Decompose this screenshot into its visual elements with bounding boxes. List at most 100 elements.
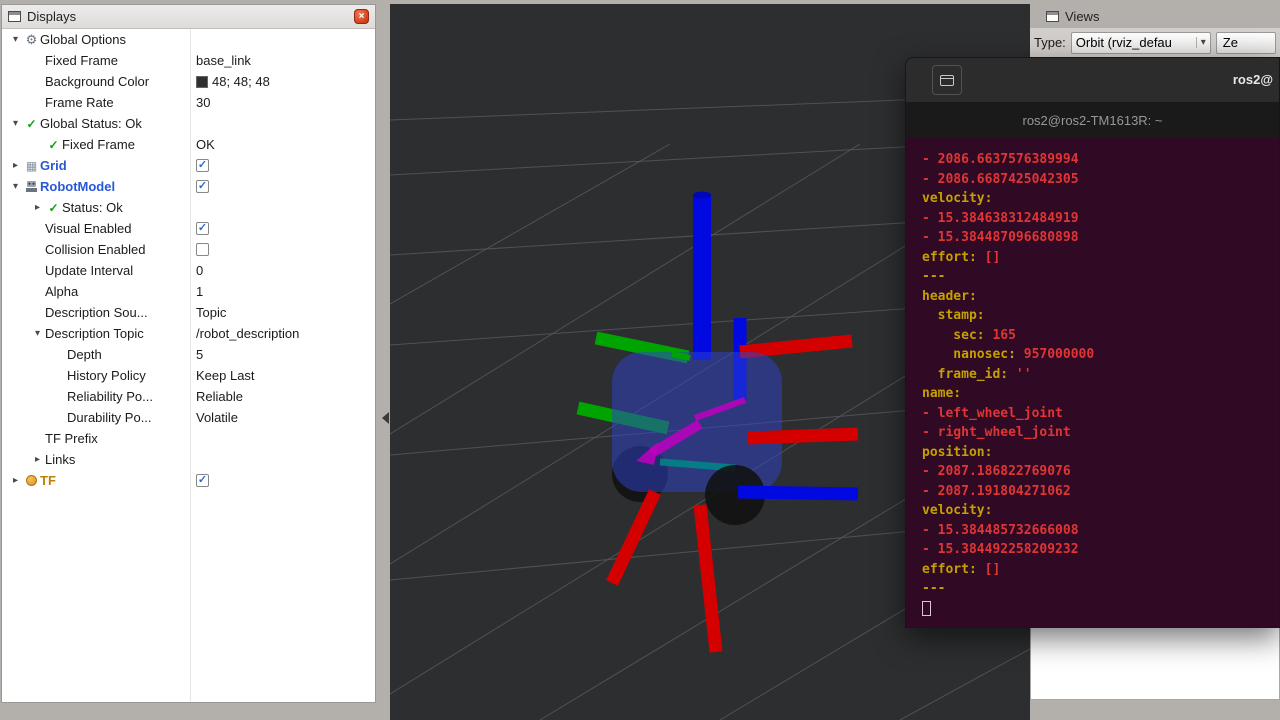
- tree-row[interactable]: Visual Enabled ✓: [2, 218, 375, 239]
- property-label: Fixed Frame: [45, 53, 118, 68]
- property-name-cell: TF Prefix: [2, 428, 190, 449]
- tree-row[interactable]: ▾ RobotModel ✓: [2, 176, 375, 197]
- row-icon: ✓: [45, 138, 62, 152]
- axis-blue: [738, 492, 858, 494]
- property-label: RobotModel: [40, 179, 115, 194]
- displays-panel: Displays × ▾ ⚙ Global Options Fixed Fram…: [1, 4, 376, 703]
- property-value-cell: Volatile: [190, 410, 375, 425]
- property-value-cell: ✓: [190, 159, 375, 172]
- tree-row[interactable]: Collision Enabled: [2, 239, 375, 260]
- tree-row[interactable]: Background Color 48; 48; 48: [2, 71, 375, 92]
- tree-row[interactable]: ▾ ✓ Global Status: Ok: [2, 113, 375, 134]
- property-name-cell: Reliability Po...: [2, 386, 190, 407]
- tree-row[interactable]: Frame Rate 30: [2, 92, 375, 113]
- new-tab-button[interactable]: [932, 65, 962, 95]
- tree-row[interactable]: ▸ Links: [2, 449, 375, 470]
- terminal-line: - 15.384638312484919: [922, 209, 1279, 229]
- property-value-cell: 48; 48; 48: [190, 74, 375, 89]
- property-name-cell: ▾ Description Topic: [2, 323, 190, 344]
- property-label: Reliability Po...: [67, 389, 153, 404]
- property-value-cell: Reliable: [190, 389, 375, 404]
- displays-panel-header[interactable]: Displays ×: [2, 5, 375, 29]
- close-panel-button[interactable]: ×: [354, 9, 369, 24]
- views-panel-title: Views: [1065, 9, 1099, 24]
- terminal-line: nanosec: 957000000: [922, 345, 1279, 365]
- tree-row[interactable]: Reliability Po... Reliable: [2, 386, 375, 407]
- property-value-cell: ✓: [190, 180, 375, 193]
- checkbox[interactable]: ✓: [196, 474, 209, 487]
- axis-red: [740, 341, 852, 352]
- terminal-output[interactable]: - 2086.6637576389994- 2086.6687425042305…: [906, 138, 1279, 627]
- tree-row[interactable]: Depth 5: [2, 344, 375, 365]
- axis-green: [672, 354, 690, 358]
- terminal-line: ---: [922, 267, 1279, 287]
- panel-collapse-arrow[interactable]: [382, 412, 389, 424]
- type-label: Type:: [1034, 35, 1066, 50]
- expander-arrow[interactable]: ▸: [8, 475, 23, 486]
- property-name-cell: Description Sou...: [2, 302, 190, 323]
- expander-arrow[interactable]: ▸: [30, 454, 45, 465]
- axis-red: [612, 492, 655, 583]
- robot-model: [578, 192, 858, 653]
- terminal-line: name:: [922, 384, 1279, 404]
- expander-arrow[interactable]: ▾: [30, 328, 45, 339]
- view-type-combobox[interactable]: Orbit (rviz_defau ▾: [1071, 32, 1211, 54]
- terminal-line: - 15.384492258209232: [922, 540, 1279, 560]
- property-name-cell: ▸ ✓ Status: Ok: [2, 197, 190, 218]
- checkbox[interactable]: ✓: [196, 159, 209, 172]
- terminal-prompt-line: [922, 599, 1279, 619]
- expander-arrow[interactable]: ▾: [8, 181, 23, 192]
- property-label: History Policy: [67, 368, 146, 383]
- expander-arrow[interactable]: ▾: [8, 118, 23, 129]
- tree-row[interactable]: ▸ TF ✓: [2, 470, 375, 491]
- property-label: Depth: [67, 347, 102, 362]
- terminal-header[interactable]: ros2@: [906, 58, 1279, 102]
- property-label: Global Status: Ok: [40, 116, 142, 131]
- zero-button[interactable]: Ze: [1216, 32, 1276, 54]
- expander-arrow[interactable]: ▸: [30, 202, 45, 213]
- grid-icon: ▦: [26, 159, 37, 173]
- tree-row[interactable]: TF Prefix: [2, 428, 375, 449]
- property-name-cell: ▸ ▦ Grid: [2, 155, 190, 176]
- tree-row[interactable]: History Policy Keep Last: [2, 365, 375, 386]
- terminal-line: velocity:: [922, 501, 1279, 521]
- color-swatch[interactable]: [196, 76, 208, 88]
- terminal-line: - 2086.6687425042305: [922, 170, 1279, 190]
- property-name-cell: Update Interval: [2, 260, 190, 281]
- terminal-line: frame_id: '': [922, 365, 1279, 385]
- property-name-cell: History Policy: [2, 365, 190, 386]
- tree-row[interactable]: ✓ Fixed Frame OK: [2, 134, 375, 155]
- terminal-line: - 15.384487096680898: [922, 228, 1279, 248]
- views-toolbar: Type: Orbit (rviz_defau ▾ Ze: [1030, 28, 1280, 57]
- tree-row[interactable]: ▾ ⚙ Global Options: [2, 29, 375, 50]
- checkbox[interactable]: ✓: [196, 180, 209, 193]
- terminal-line: position:: [922, 443, 1279, 463]
- property-label: Fixed Frame: [62, 137, 135, 152]
- expander-arrow[interactable]: ▾: [8, 34, 23, 45]
- property-label: Visual Enabled: [45, 221, 132, 236]
- property-label: Alpha: [45, 284, 78, 299]
- tree-row[interactable]: Durability Po... Volatile: [2, 407, 375, 428]
- property-name-cell: Visual Enabled: [2, 218, 190, 239]
- property-value-cell: 5: [190, 347, 375, 362]
- views-panel-header[interactable]: Views: [1030, 0, 1280, 28]
- property-value-cell: base_link: [190, 53, 375, 68]
- tree-row[interactable]: ▸ ✓ Status: Ok: [2, 197, 375, 218]
- expander-arrow[interactable]: ▸: [8, 160, 23, 171]
- tree-row[interactable]: Update Interval 0: [2, 260, 375, 281]
- row-icon: ▦: [23, 159, 40, 173]
- tree-row[interactable]: ▸ ▦ Grid ✓: [2, 155, 375, 176]
- property-value-cell: 0: [190, 263, 375, 278]
- checkbox[interactable]: [196, 243, 209, 256]
- terminal-tab-bar[interactable]: ros2@ros2-TM1613R: ~: [906, 102, 1279, 138]
- property-label: Frame Rate: [45, 95, 114, 110]
- property-value-cell: 30: [190, 95, 375, 110]
- displays-panel-icon: [8, 11, 21, 22]
- tree-row[interactable]: Description Sou... Topic: [2, 302, 375, 323]
- checkbox[interactable]: ✓: [196, 222, 209, 235]
- status-ok-check-icon: ✓: [48, 138, 58, 152]
- tree-row[interactable]: Fixed Frame base_link: [2, 50, 375, 71]
- tree-row[interactable]: Alpha 1: [2, 281, 375, 302]
- tree-row[interactable]: ▾ Description Topic /robot_description: [2, 323, 375, 344]
- displays-tree: ▾ ⚙ Global Options Fixed Frame base_link…: [2, 29, 375, 702]
